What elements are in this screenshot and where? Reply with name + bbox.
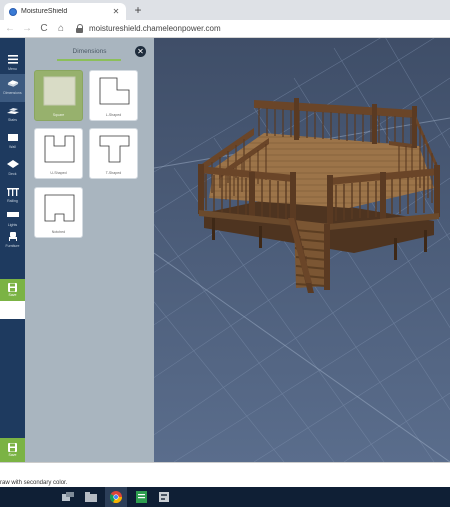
sidebar-item-label: Furniture <box>5 244 20 248</box>
save-label: Save <box>8 453 17 457</box>
sidebar-item-furniture[interactable]: Furniture <box>0 227 25 255</box>
railing-icon <box>6 188 19 196</box>
browser-tab[interactable]: MoistureShield ✕ <box>4 3 126 20</box>
wall-icon <box>7 134 18 141</box>
save-button[interactable]: Save <box>0 279 25 301</box>
shape-label: U-Shaped <box>50 171 67 175</box>
taskbar-file-explorer[interactable] <box>80 487 102 507</box>
chrome-icon <box>110 491 122 503</box>
save-icon <box>8 283 17 292</box>
deck-icon <box>7 80 18 87</box>
browser-toolbar: ← → C ⌂ moistureshield.chameleonpower.co… <box>0 20 450 38</box>
notched-shape-icon <box>44 194 75 222</box>
sidebar-item-label: Menu <box>8 67 17 71</box>
screen: MoistureShield ✕ + ← → C ⌂ moistureshiel… <box>0 0 450 507</box>
t-shape-icon <box>99 135 130 163</box>
sidebar-item-label: Stairs <box>8 118 17 122</box>
new-tab-button[interactable]: + <box>131 3 145 17</box>
3d-viewport[interactable] <box>154 38 450 462</box>
deck-surface-icon <box>6 160 19 168</box>
sidebar-item-label: Wall <box>9 145 16 149</box>
menu-icon <box>7 55 18 64</box>
u-shape-icon <box>44 135 75 163</box>
sidebar-item-label: Railing <box>7 199 18 203</box>
home-button[interactable]: ⌂ <box>54 22 68 36</box>
browser-tab-strip: MoistureShield ✕ + <box>0 0 450 20</box>
lights-icon <box>6 212 19 217</box>
site-favicon-icon <box>9 7 17 16</box>
sidebar-item-stairs[interactable]: Stairs <box>0 101 25 129</box>
shape-label: L-Shaped <box>105 113 122 117</box>
sidebar-item-dimensions[interactable]: Dimensions <box>0 74 25 102</box>
shape-label: Square <box>52 113 65 117</box>
shape-label: Notched <box>51 230 66 234</box>
square-shape-icon <box>43 76 76 106</box>
save-icon <box>8 443 17 452</box>
shape-option-square[interactable]: Square <box>34 70 83 121</box>
shape-option-u-shaped[interactable]: U-Shaped <box>34 128 83 179</box>
save-button-bottom[interactable]: Save <box>0 438 25 462</box>
sidebar-item-label: Dimensions <box>3 91 22 95</box>
taskview-icon <box>62 492 74 501</box>
reload-button[interactable]: C <box>37 22 51 36</box>
address-bar[interactable]: moistureshield.chameleonpower.com <box>74 22 442 36</box>
taskbar-app-tool[interactable] <box>153 487 175 507</box>
os-taskbar <box>0 487 450 507</box>
settings-tool-icon <box>159 492 169 502</box>
sidebar-item-deck[interactable]: Deck <box>0 155 25 183</box>
dimensions-panel: Dimensions ✕ Square L-Shaped U-Shaped T-… <box>25 38 154 462</box>
forward-button[interactable]: → <box>20 22 34 36</box>
status-bar: raw with secondary color. <box>0 462 450 487</box>
l-shape-icon <box>99 77 130 105</box>
shape-label: T-Shaped <box>105 171 122 175</box>
furniture-icon <box>8 232 17 241</box>
url-text: moistureshield.chameleonpower.com <box>89 24 221 33</box>
taskbar-chrome[interactable] <box>105 487 127 507</box>
tab-close-icon[interactable]: ✕ <box>111 7 121 16</box>
sidebar-item-wall[interactable]: Wall <box>0 128 25 156</box>
panel-close-button[interactable]: ✕ <box>135 46 146 57</box>
taskbar-app-green[interactable] <box>130 487 152 507</box>
spreadsheet-icon <box>135 491 147 503</box>
status-text: raw with secondary color. <box>0 480 68 486</box>
taskbar-search-button[interactable] <box>57 487 79 507</box>
lock-icon <box>76 24 84 33</box>
sidebar-item-label: Deck <box>8 172 17 176</box>
app-area: Menu Dimensions Stairs Wall Deck Railing <box>0 38 450 462</box>
stairs-icon <box>6 108 19 114</box>
tab-title: MoistureShield <box>21 8 68 15</box>
back-button[interactable]: ← <box>3 22 17 36</box>
shape-option-l-shaped[interactable]: L-Shaped <box>89 70 138 121</box>
shape-option-t-shaped[interactable]: T-Shaped <box>89 128 138 179</box>
deck-scene <box>154 38 450 462</box>
sidebar-divider <box>0 301 25 319</box>
tool-sidebar: Menu Dimensions Stairs Wall Deck Railing <box>0 38 25 462</box>
shape-option-notched[interactable]: Notched <box>34 187 83 238</box>
save-label: Save <box>8 293 17 297</box>
panel-title-underline <box>57 59 121 61</box>
folder-icon <box>85 492 97 502</box>
